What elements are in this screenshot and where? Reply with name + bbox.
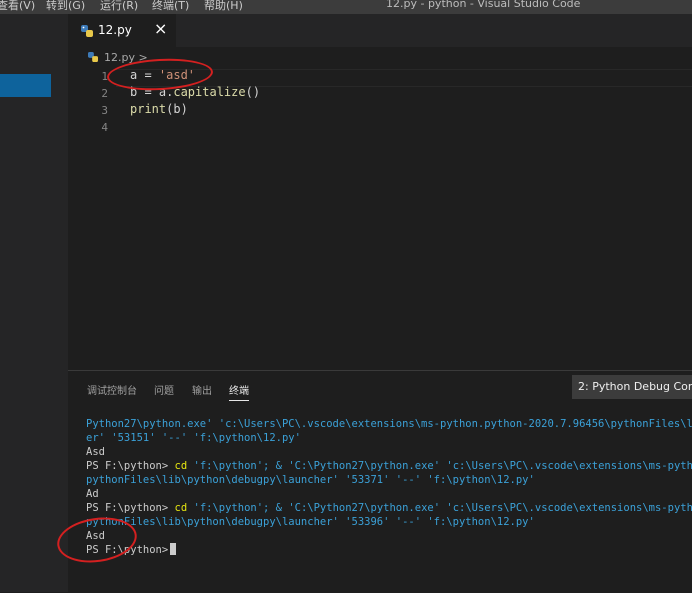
terminal-output[interactable]: Python27\python.exe' 'c:\Users\PC\.vscod…: [86, 417, 692, 593]
close-icon[interactable]: ×: [154, 20, 167, 38]
bottom-panel: 调试控制台 问题 输出 终端 2: Python Debug Console P…: [68, 370, 692, 593]
menu-goto[interactable]: 转到(G): [46, 0, 85, 13]
terminal-prompt: PS F:\python>: [86, 502, 175, 514]
python-icon: [88, 52, 98, 62]
tab-label: 12.py: [98, 23, 132, 37]
terminal-line: Ad: [86, 488, 99, 500]
menu-help[interactable]: 帮助(H): [204, 0, 243, 13]
tab-problems[interactable]: 问题: [154, 382, 174, 397]
terminal-line: er' '53151' '--' 'f:\python\12.py': [86, 432, 301, 444]
terminal-command: cd: [174, 460, 188, 472]
editor-tab-bar: 12.py ×: [68, 14, 692, 47]
window-title: 12.py - python - Visual Studio Code: [386, 0, 581, 10]
code-text: (b): [166, 102, 188, 116]
code-editor[interactable]: 1 2 3 4 a = 'asd' b = a.capitalize() pri…: [68, 64, 692, 370]
tab-terminal[interactable]: 终端: [229, 382, 249, 401]
menu-terminal[interactable]: 终端(T): [152, 0, 189, 13]
menu-run[interactable]: 运行(R): [100, 0, 138, 13]
tab-12py[interactable]: 12.py ×: [68, 14, 176, 47]
tab-output[interactable]: 输出: [192, 382, 212, 397]
terminal-line: pythonFiles\lib\python\debugpy\launcher'…: [86, 474, 535, 486]
python-icon: [81, 25, 93, 37]
terminal-command: cd: [174, 502, 188, 514]
terminal-selector[interactable]: 2: Python Debug Console: [572, 375, 692, 399]
menu-view[interactable]: 查看(V): [0, 0, 35, 13]
code-text: (): [245, 85, 261, 99]
title-bar: 查看(V) 转到(G) 运行(R) 终端(T) 帮助(H) 12.py - py…: [0, 0, 692, 14]
terminal-line: pythonFiles\lib\python\debugpy\launcher'…: [86, 516, 535, 528]
line-number: 2: [101, 87, 108, 100]
sidebar-selected-item[interactable]: [0, 74, 51, 97]
terminal-arg: 'C:\Python27\python.exe' 'c:\Users\PC\.v…: [288, 460, 692, 472]
line-number: 1: [101, 70, 108, 83]
terminal-arg: 'C:\Python27\python.exe' 'c:\Users\PC\.v…: [288, 502, 692, 514]
terminal-arg: 'f:\python'; &: [187, 460, 289, 472]
terminal-line: PS F:\python> cd 'f:\python'; & 'C:\Pyth…: [86, 501, 692, 515]
explorer-sidebar: [0, 14, 68, 592]
terminal-cursor: [170, 543, 177, 555]
terminal-line: Python27\python.exe' 'c:\Users\PC\.vscod…: [86, 418, 692, 430]
code-line-3[interactable]: print(b): [130, 102, 188, 116]
terminal-line: PS F:\python> cd 'f:\python'; & 'C:\Pyth…: [86, 459, 692, 473]
line-number: 4: [101, 121, 108, 134]
terminal-arg: 'f:\python'; &: [187, 502, 289, 514]
line-number: 3: [101, 104, 108, 117]
code-function: print: [130, 102, 167, 116]
terminal-prompt: PS F:\python>: [86, 460, 175, 472]
tab-debug-console[interactable]: 调试控制台: [87, 382, 137, 397]
terminal-line: Asd: [86, 446, 105, 458]
terminal-selector-label: 2: Python Debug Console: [578, 380, 692, 393]
